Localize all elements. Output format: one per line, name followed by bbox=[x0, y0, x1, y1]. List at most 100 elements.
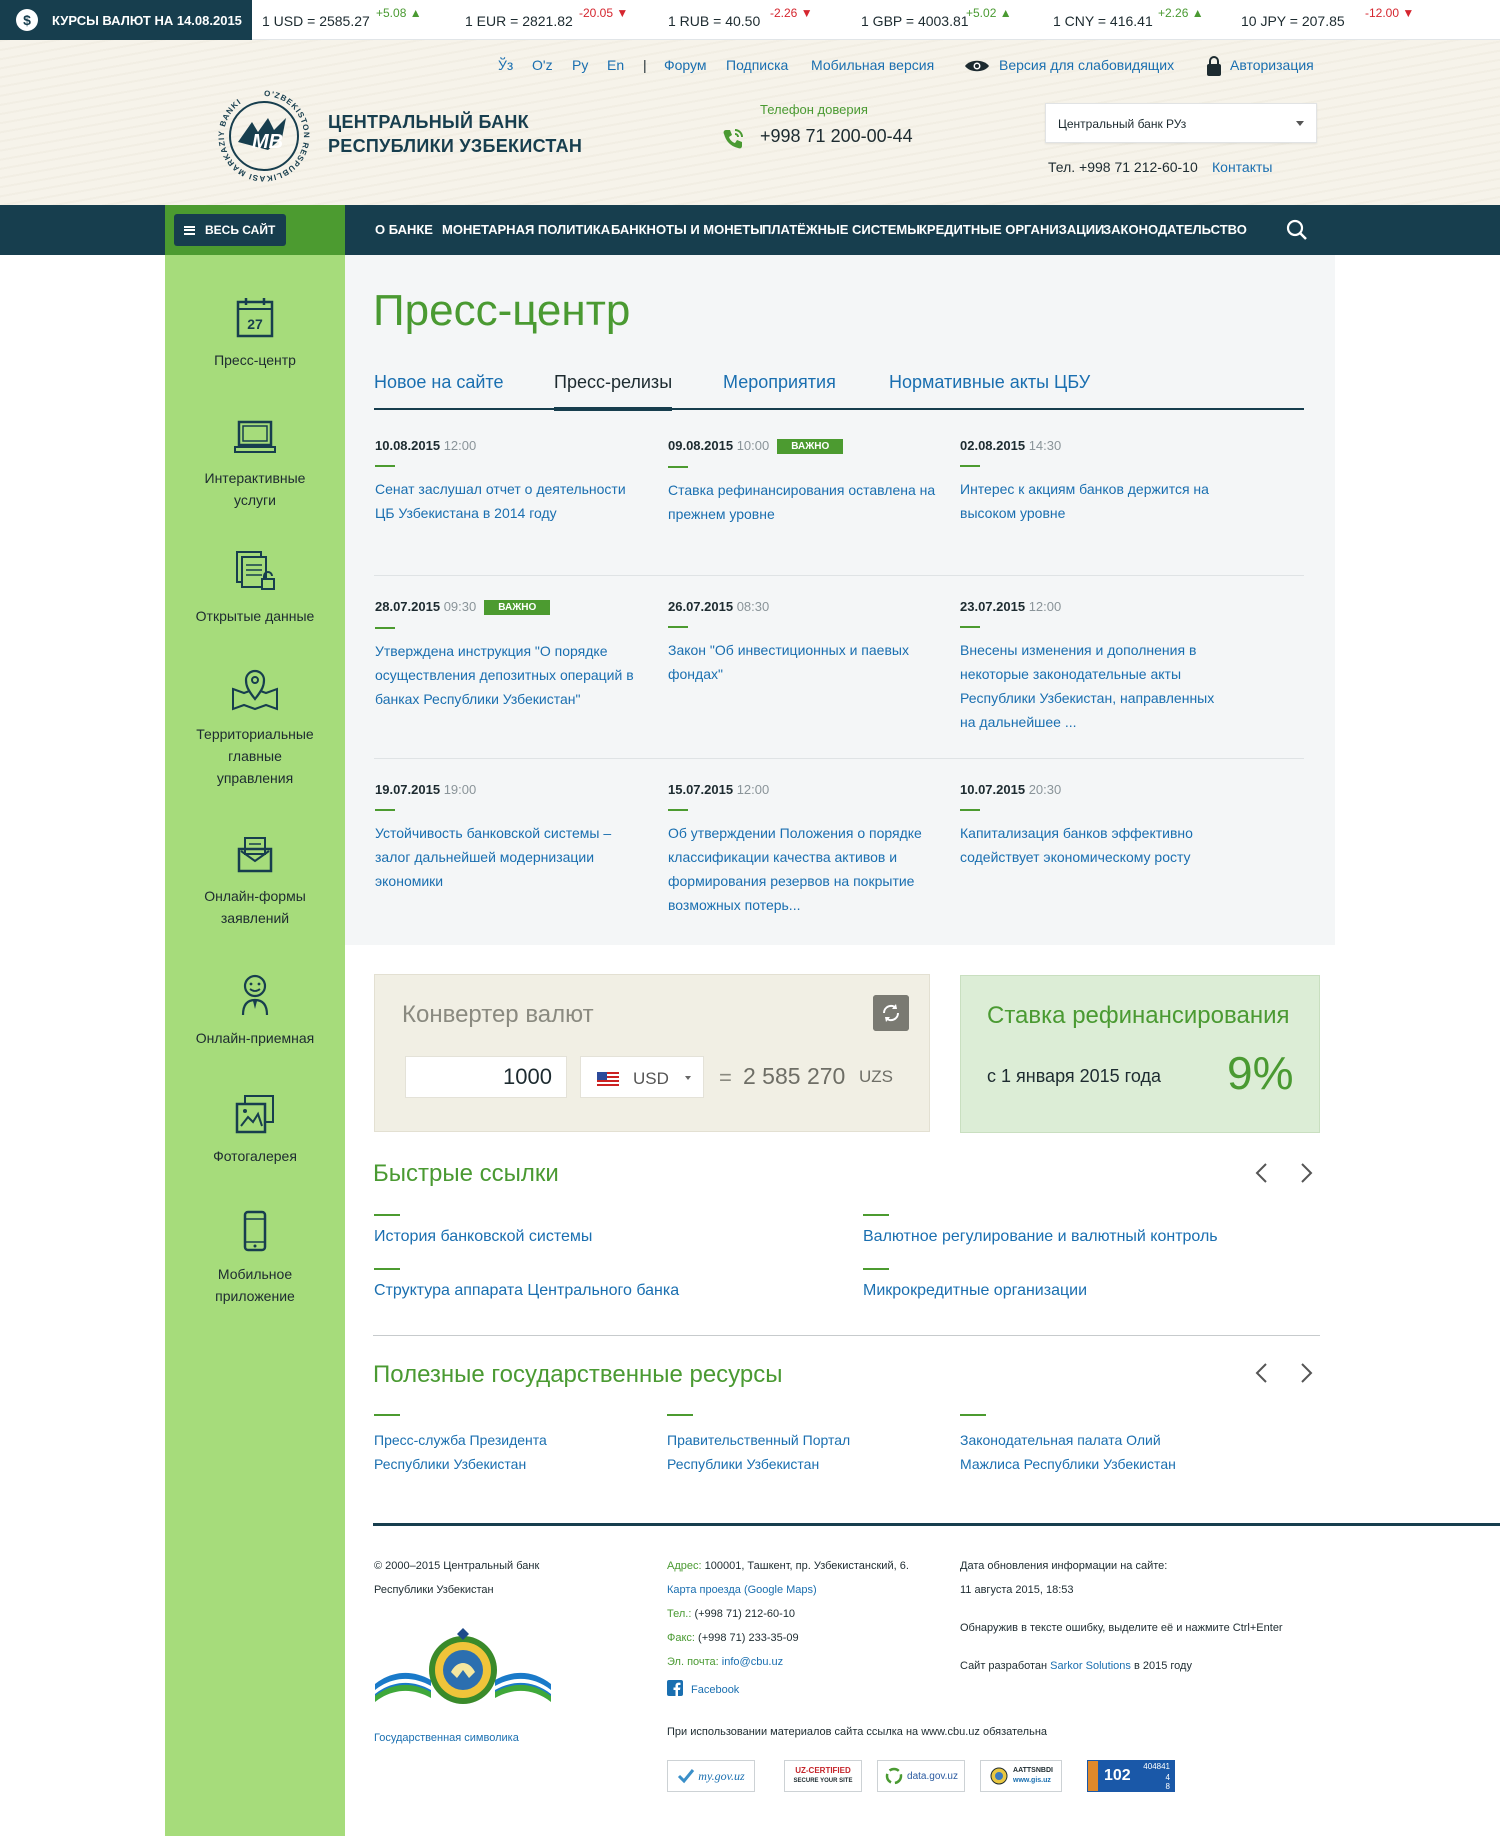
sidebar-item-interactive[interactable]: Интерактивные услуги bbox=[165, 417, 345, 511]
ticker-label[interactable]: $ КУРСЫ ВАЛЮТ НА 14.08.2015 bbox=[0, 0, 252, 40]
news-item[interactable]: 15.07.2015 12:00 Об утверждении Положения… bbox=[668, 782, 938, 917]
news-title[interactable]: Утверждена инструкция "О порядке осущест… bbox=[375, 639, 645, 711]
link-marker bbox=[374, 1268, 400, 1270]
mobile-link[interactable]: Мобильная версия bbox=[811, 57, 934, 73]
impaired-version-link[interactable]: Версия для слабовидящих bbox=[999, 57, 1174, 73]
facebook-link[interactable]: Facebook bbox=[667, 1678, 739, 1702]
chevron-left-icon[interactable] bbox=[1252, 1362, 1272, 1384]
sidebar-item-open-data[interactable]: Открытые данные bbox=[165, 549, 345, 627]
news-time: 10:00 bbox=[736, 438, 770, 453]
news-item[interactable]: 26.07.2015 08:30 Закон "Об инвестиционных… bbox=[668, 599, 938, 686]
link-marker bbox=[863, 1268, 889, 1270]
news-item[interactable]: 28.07.2015 09:30 ВАЖНО Утверждена инструкц… bbox=[375, 599, 645, 711]
sidebar-item-territorial[interactable]: Территориальные главные управления bbox=[165, 667, 345, 789]
sidebar-item-photo-gallery[interactable]: Фотогалерея bbox=[165, 1093, 345, 1167]
news-title[interactable]: Об утверждении Положения о порядке класс… bbox=[668, 821, 938, 917]
search-icon[interactable] bbox=[1286, 219, 1308, 241]
sidebar-item-online-reception[interactable]: Онлайн-приемная bbox=[165, 973, 345, 1049]
us-flag-icon bbox=[597, 1072, 619, 1086]
hotline-phone[interactable]: +998 71 200-00-44 bbox=[760, 126, 913, 147]
tab-new-on-site[interactable]: Новое на сайте bbox=[374, 372, 503, 393]
amount-input[interactable] bbox=[405, 1056, 567, 1098]
main-nav: ВЕСЬ САЙТ О БАНКЕ МОНЕТАРНАЯ ПОЛИТИКА БА… bbox=[0, 205, 1500, 255]
nav-credit-orgs[interactable]: КРЕДИТНЫЕ ОРГАНИЗАЦИИ bbox=[919, 222, 1104, 237]
nav-legislation[interactable]: ЗАКОНОДАТЕЛЬСТВО bbox=[1103, 222, 1247, 237]
gov-link-government-portal[interactable]: Правительственный Портал Республики Узбек… bbox=[667, 1428, 850, 1476]
news-title[interactable]: Закон "Об инвестиционных и паевых фондах… bbox=[668, 638, 938, 686]
footer-address: Адрес: 100001, Ташкент, пр. Узбекистанск… bbox=[667, 1560, 909, 1572]
currency-converter: Конвертер валют USD = 2 585 270 UZS bbox=[374, 974, 930, 1132]
quick-link-currency-regulation[interactable]: Валютное регулирование и валютный контро… bbox=[863, 1228, 1218, 1246]
currency-select[interactable]: USD bbox=[580, 1056, 704, 1098]
news-title[interactable]: Сенат заслушал отчет о деятельности ЦБ У… bbox=[375, 477, 645, 525]
lang-uz-cyr[interactable]: Ўз bbox=[498, 57, 513, 73]
badge-uz-certified[interactable]: UZ-CERTIFIED SECURE YOUR SITE bbox=[784, 1760, 862, 1792]
news-date: 23.07.2015 12:00 bbox=[960, 599, 1062, 614]
bank-logo[interactable]: MB O'ZBEKISTON RESPUBLIKASI MARKAZIY BAN… bbox=[216, 88, 312, 184]
gov-link-legislative-chamber[interactable]: Законодательная палата Олий Мажлиса Респу… bbox=[960, 1428, 1176, 1476]
calendar-day: 27 bbox=[247, 316, 263, 332]
bank-name[interactable]: ЦЕНТРАЛЬНЫЙ БАНК РЕСПУБЛИКИ УЗБЕКИСТАН bbox=[328, 110, 582, 158]
news-title[interactable]: Интерес к акциям банков держится на высо… bbox=[960, 477, 1230, 525]
rate-value: 1 EUR = 2821.82 bbox=[465, 13, 573, 29]
chevron-right-icon[interactable] bbox=[1296, 1362, 1316, 1384]
important-badge: ВАЖНО bbox=[484, 600, 551, 615]
tab-press-releases[interactable]: Пресс-релизы bbox=[554, 372, 673, 411]
lang-uz-lat[interactable]: O'z bbox=[532, 57, 553, 73]
lang-en[interactable]: En bbox=[607, 57, 624, 73]
quick-link-history[interactable]: История банковской системы bbox=[374, 1228, 592, 1246]
badge-my-gov[interactable]: my.gov.uz bbox=[667, 1760, 755, 1792]
laptop-icon bbox=[234, 420, 276, 453]
sidebar-item-online-forms[interactable]: Онлайн-формы заявлений bbox=[165, 835, 345, 929]
sidebar-item-mobile-app[interactable]: Мобильное приложение bbox=[165, 1209, 345, 1307]
news-item[interactable]: 09.08.2015 10:00 ВАЖНО Ставка рефинансиров… bbox=[668, 438, 938, 526]
quick-link-microcredit[interactable]: Микрокредитные организации bbox=[863, 1282, 1087, 1300]
lang-ru[interactable]: Ру bbox=[572, 57, 588, 73]
exchange-ticker: $ КУРСЫ ВАЛЮТ НА 14.08.2015 1 USD = 2585… bbox=[0, 0, 1500, 40]
news-item[interactable]: 10.07.2015 20:30 Капитализация банков эфф… bbox=[960, 782, 1230, 869]
nav-banknotes[interactable]: БАНКНОТЫ И МОНЕТЫ bbox=[611, 222, 763, 237]
nav-payment-systems[interactable]: ПЛАТЁЖНЫЕ СИСТЕМЫ bbox=[762, 222, 920, 237]
all-site-label: ВЕСЬ САЙТ bbox=[205, 223, 276, 237]
chevron-down-icon bbox=[685, 1076, 691, 1080]
chevron-left-icon[interactable] bbox=[1252, 1162, 1272, 1184]
subscribe-link[interactable]: Подписка bbox=[726, 57, 788, 73]
state-emblem-icon[interactable] bbox=[373, 1626, 553, 1710]
footer-fax: Факс: (+998 71) 233-35-09 bbox=[667, 1632, 799, 1644]
news-item[interactable]: 19.07.2015 19:00 Устойчивость банковской … bbox=[375, 782, 645, 893]
tab-normative-acts[interactable]: Нормативные акты ЦБУ bbox=[889, 372, 1090, 393]
auth-link[interactable]: Авторизация bbox=[1230, 57, 1314, 73]
news-item[interactable]: 23.07.2015 12:00 Внесены изменения и допо… bbox=[960, 599, 1230, 734]
sidebar-item-label: Онлайн-приемная bbox=[195, 1030, 315, 1046]
news-title[interactable]: Внесены изменения и дополнения в некотор… bbox=[960, 638, 1230, 734]
refresh-icon[interactable] bbox=[873, 995, 909, 1031]
badge-counter[interactable]: 102 404841 4 8 bbox=[1087, 1760, 1175, 1792]
page: $ КУРСЫ ВАЛЮТ НА 14.08.2015 1 USD = 2585… bbox=[0, 0, 1500, 1836]
bank-select[interactable]: Центральный банк РУз bbox=[1045, 103, 1317, 143]
chevron-right-icon[interactable] bbox=[1296, 1162, 1316, 1184]
badge-data-gov[interactable]: data.gov.uz bbox=[877, 1760, 965, 1792]
result-currency: UZS bbox=[859, 1067, 893, 1086]
facebook-icon bbox=[667, 1680, 683, 1696]
footer-email[interactable]: Эл. почта: info@cbu.uz bbox=[667, 1650, 783, 1674]
quick-link-structure[interactable]: Структура аппарата Центрального банка bbox=[374, 1282, 679, 1300]
refinancing-rate-card[interactable]: Ставка рефинансирования с 1 января 2015 … bbox=[960, 975, 1320, 1133]
news-title[interactable]: Ставка рефинансирования оставлена на пре… bbox=[668, 478, 938, 526]
envelope-icon bbox=[237, 837, 273, 873]
nav-about[interactable]: О БАНКЕ bbox=[375, 222, 433, 237]
news-title[interactable]: Устойчивость банковской системы – залог … bbox=[375, 821, 645, 893]
news-item[interactable]: 10.08.2015 12:00 Сенат заслушал отчет о д… bbox=[375, 438, 645, 525]
gov-link-president-press[interactable]: Пресс-служба Президента Республики Узбеки… bbox=[374, 1428, 547, 1476]
developer-link[interactable]: Sarkor Solutions bbox=[1050, 1660, 1131, 1672]
badge-gis[interactable]: AATTSNBDI www.gis.uz bbox=[980, 1760, 1062, 1792]
nav-monetary-policy[interactable]: МОНЕТАРНАЯ ПОЛИТИКА bbox=[442, 222, 610, 237]
contacts-link[interactable]: Контакты bbox=[1212, 159, 1272, 175]
all-site-button[interactable]: ВЕСЬ САЙТ bbox=[174, 214, 286, 246]
forum-link[interactable]: Форум bbox=[664, 57, 707, 73]
tab-events[interactable]: Мероприятия bbox=[723, 372, 836, 393]
state-symbols-link[interactable]: Государственная символика bbox=[374, 1726, 519, 1750]
news-item[interactable]: 02.08.2015 14:30 Интерес к акциям банков … bbox=[960, 438, 1230, 525]
news-title[interactable]: Капитализация банков эффективно содейств… bbox=[960, 821, 1230, 869]
sidebar-item-press-center[interactable]: 27 Пресс-центр bbox=[165, 295, 345, 371]
map-link[interactable]: Карта проезда (Google Maps) bbox=[667, 1578, 817, 1602]
